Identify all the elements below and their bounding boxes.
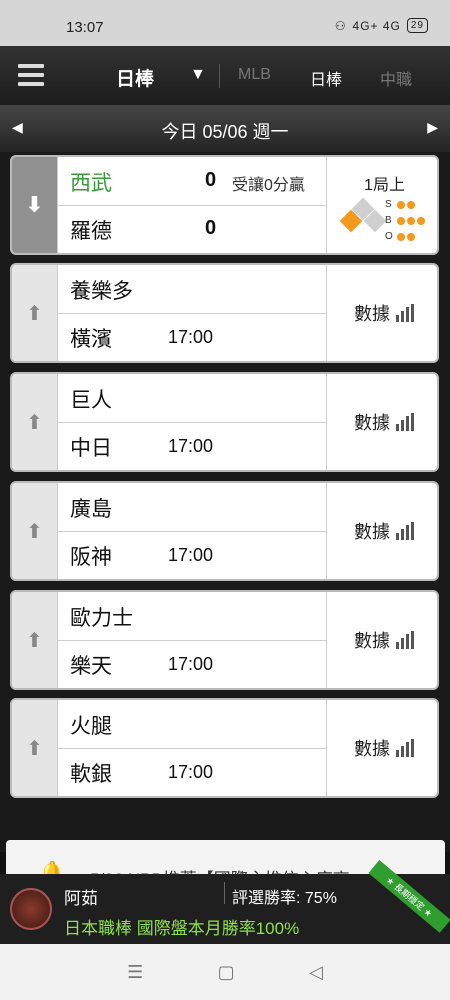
team-divider <box>58 531 326 532</box>
data-button[interactable]: 數據 <box>326 265 437 361</box>
wifi-icon: ⚇ <box>334 18 347 33</box>
game-card[interactable]: ⬆ 火腿 軟銀 17:00 數據 <box>10 698 439 798</box>
home-nav-icon[interactable]: ▢ <box>218 962 235 983</box>
game-time: 17:00 <box>168 654 214 674</box>
arrow-up-icon: ⬆ <box>26 520 43 543</box>
away-team: 橫濱 <box>70 328 112 351</box>
date-label: 今日 05/06 週一 <box>161 122 289 142</box>
tipster-name: 阿茹 <box>64 889 98 908</box>
game-time: 17:00 <box>168 545 214 565</box>
game-card[interactable]: ⬆ 巨人 中日 17:00 數據 <box>10 372 439 472</box>
stats-bars-icon <box>396 739 414 757</box>
league-selector[interactable]: 日棒 <box>116 64 154 91</box>
strike-count: S <box>385 199 415 210</box>
date-bar: ◀ 今日 05/06 週一 ▶ <box>0 106 450 152</box>
home-team: 養樂多 <box>70 280 133 303</box>
data-label: 數據 <box>354 304 390 324</box>
data-label: 數據 <box>354 739 390 759</box>
system-nav-bar: ☰ ▢ ◁ <box>0 944 450 1000</box>
inning-label: 1局上 <box>364 177 405 194</box>
stats-bars-icon <box>396 522 414 540</box>
handicap-label: 受讓0分贏 <box>232 177 305 194</box>
status-time: 13:07 <box>66 19 104 36</box>
arrow-up-icon: ⬆ <box>26 411 43 434</box>
game-card[interactable]: ⬆ 養樂多 橫濱 17:00 數據 <box>10 263 439 363</box>
data-label: 數據 <box>354 413 390 433</box>
game-list: ⬇ 西武 0 受讓0分贏 羅德 0 1局上 S B O ⬆ 養樂多 橫濱 17:… <box>0 152 450 852</box>
team-divider <box>58 640 326 641</box>
tipster-win-rate: 評選勝率: 75% <box>232 890 337 907</box>
away-team: 軟銀 <box>70 763 112 786</box>
team-divider <box>58 313 326 314</box>
game-card[interactable]: ⬆ 廣島 阪神 17:00 數據 <box>10 481 439 581</box>
data-button[interactable]: 數據 <box>326 700 437 796</box>
menu-icon[interactable] <box>18 64 44 86</box>
arrow-up-icon: ⬆ <box>26 629 43 652</box>
game-card[interactable]: ⬆ 歐力士 樂天 17:00 數據 <box>10 590 439 690</box>
battery-icon: 29 <box>406 18 428 33</box>
game-card-live[interactable]: ⬇ 西武 0 受讓0分贏 羅德 0 1局上 S B O <box>10 155 439 255</box>
away-team: 羅德 <box>70 220 112 243</box>
home-team: 西武 <box>70 172 112 195</box>
away-team: 樂天 <box>70 655 112 678</box>
data-button[interactable]: 數據 <box>326 483 437 579</box>
tab-mlb[interactable]: MLB <box>238 66 271 84</box>
stats-bars-icon <box>396 413 414 431</box>
inning-panel: 1局上 S B O <box>326 157 437 253</box>
away-team: 中日 <box>70 437 112 460</box>
away-team: 阪神 <box>70 546 112 569</box>
expand-toggle[interactable]: ⬆ <box>12 374 58 470</box>
menu-nav-icon[interactable]: ☰ <box>127 962 143 983</box>
home-team: 巨人 <box>70 389 112 412</box>
tipster-avatar <box>10 888 52 930</box>
tab-cpbl[interactable]: 中職 <box>380 66 412 90</box>
arrow-down-icon: ⬇ <box>25 192 44 217</box>
expand-toggle[interactable]: ⬆ <box>12 483 58 579</box>
back-nav-icon[interactable]: ◁ <box>309 962 323 983</box>
game-time: 17:00 <box>168 762 214 782</box>
expand-toggle[interactable]: ⬆ <box>12 700 58 796</box>
home-team: 歐力士 <box>70 607 133 630</box>
stats-bars-icon <box>396 304 414 322</box>
collapse-toggle[interactable]: ⬇ <box>12 157 58 253</box>
ad-banner[interactable]: 阿茹 評選勝率: 75% 日本職棒 國際盤本月勝率100% ★ 長期穩定 ★ <box>0 860 450 944</box>
away-score: 0 <box>205 217 217 239</box>
data-button[interactable]: 數據 <box>326 374 437 470</box>
tab-npb[interactable]: 日棒 <box>310 66 342 90</box>
out-count: O <box>385 231 415 242</box>
arrow-up-icon: ⬆ <box>26 737 43 760</box>
ball-count: B <box>385 215 425 226</box>
tipster-description: 日本職棒 國際盤本月勝率100% <box>64 919 300 938</box>
team-divider <box>58 748 326 749</box>
expand-toggle[interactable]: ⬆ <box>12 592 58 688</box>
data-label: 數據 <box>354 631 390 651</box>
data-label: 數據 <box>354 522 390 542</box>
game-time: 17:00 <box>168 327 214 347</box>
expand-toggle[interactable]: ⬆ <box>12 265 58 361</box>
team-divider <box>58 422 326 423</box>
status-icons: ⚇ 4G+ 4G 29 <box>335 18 428 33</box>
home-team: 火腿 <box>70 715 112 738</box>
signal-icon: 4G+ 4G <box>352 18 401 33</box>
home-score: 0 <box>205 169 217 191</box>
nav-divider <box>219 64 220 88</box>
top-navbar: 日棒 ▼ MLB 日棒 中職 <box>0 46 450 106</box>
next-day-arrow-icon[interactable]: ▶ <box>427 119 438 136</box>
game-time: 17:00 <box>168 436 214 456</box>
status-bar: 13:07 ⚇ 4G+ 4G 29 <box>0 0 450 46</box>
ad-divider <box>224 882 225 904</box>
home-team: 廣島 <box>70 498 112 521</box>
arrow-up-icon: ⬆ <box>26 302 43 325</box>
dropdown-caret-icon[interactable]: ▼ <box>190 66 206 84</box>
team-divider <box>58 205 326 206</box>
data-button[interactable]: 數據 <box>326 592 437 688</box>
stats-bars-icon <box>396 631 414 649</box>
